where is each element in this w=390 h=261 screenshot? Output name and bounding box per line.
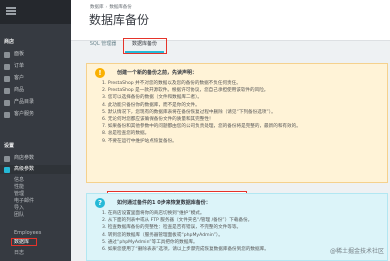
service-icon	[4, 111, 10, 118]
sidebar-item-label: 商品	[14, 87, 25, 93]
sidebar-subitem-team[interactable]: 团队	[14, 212, 24, 219]
page-header: 数据库 › 数据库备份 数据库备份	[71, 0, 390, 41]
sidebar-subitem-info[interactable]: 信息	[14, 177, 24, 184]
catalog-icon	[4, 99, 10, 106]
warning-panel: ! 创建一个新的备份之前，先读声明： 1. PrestaShop 并不对您的数据…	[86, 63, 388, 203]
sidebar-item-products[interactable]: 商品	[4, 86, 24, 95]
info-list: 1. 在商店设置里面将你的商店切换到“维护”模式。 2. 从下面的列表中或从 F…	[102, 210, 269, 253]
sidebar-item-advanced-params[interactable]: 高级参数	[4, 165, 34, 174]
orders-icon	[4, 63, 10, 70]
gear-icon	[4, 155, 10, 162]
sidebar-item-shop-params[interactable]: 商店参数	[4, 154, 34, 163]
list-item: 6. 无论何时您都应该确保备份文件的质量和其完整性！	[102, 116, 214, 122]
page-title: 数据库备份	[89, 13, 150, 27]
sidebar-section-store: 商店	[4, 39, 15, 45]
sidebar-item-orders[interactable]: 订单	[4, 62, 24, 71]
customers-icon	[4, 75, 10, 82]
sidebar-subitem-email[interactable]: 电子邮件	[14, 198, 34, 205]
sidebar-section-settings: 设置	[4, 143, 15, 149]
list-item: 8. 总是检查您的数据。	[102, 131, 150, 137]
sidebar-subitem-logs[interactable]: 日志	[14, 250, 24, 257]
sidebar-item-label: 面板	[14, 51, 25, 57]
list-item: 6. 如果您使用了“删除表表”选项，请以上步骤完成恢复数据库备份到您的数据库。	[102, 246, 269, 252]
list-item: 3. 检查数据库备份的完整性：检查是否有错误，不完整的文件等等。	[102, 225, 242, 231]
products-icon	[4, 87, 10, 94]
warning-icon: !	[95, 68, 105, 78]
sidebar-item-label: 订单	[14, 63, 25, 69]
tab-sql-manager[interactable]: SQL 管理器	[84, 38, 122, 51]
list-item: 3. 您可以选择备份的数据（文件和数据库二者）。	[102, 95, 203, 101]
breadcrumb: 数据库 › 数据库备份	[90, 4, 132, 10]
sidebar-item-label: 产品目录	[14, 99, 35, 105]
watermark: @稀土掘金技术社区	[329, 248, 384, 255]
list-item: 5. 默认情况下，您现有的数据库表将在备份恢复过程中删除（请见“下列备份选项”）…	[102, 109, 276, 115]
info-title: 如何通过备件的1 0步来恢复数据库备份：	[117, 200, 211, 206]
menu-icon[interactable]	[6, 7, 16, 15]
sidebar: 商店 面板 订单 客户 商品 产品目录 客户服务 设置 商店参数 高级参数 信息…	[0, 0, 71, 261]
list-item: 4. 转到您的数据库（服务器管理面板或“phpMyAdmin”）。	[102, 232, 223, 238]
sidebar-item-label: 商店参数	[14, 155, 35, 161]
dashboard-icon	[4, 51, 10, 58]
list-item: 1. 在商店设置里面将你的商店切换到“维护”模式。	[102, 211, 205, 216]
list-item: 5. 通过“phpMyAdmin”等工具把你的数据库。	[102, 239, 198, 245]
settings-icon	[4, 166, 10, 173]
breadcrumb-root[interactable]: 数据库	[90, 5, 104, 10]
breadcrumb-separator: ›	[105, 5, 108, 10]
list-item: 9. 不要在运行中维护站点恢复备份。	[102, 138, 177, 144]
sidebar-item-customers[interactable]: 客户	[4, 74, 24, 83]
warning-list: 1. PrestaShop 并不对您的数据以及您的备份的数据不负任何责任。 2.…	[102, 80, 301, 145]
list-item: 1. PrestaShop 并不对您的数据以及您的备份的数据不负任何责任。	[102, 81, 241, 86]
sidebar-item-label: 客户	[14, 75, 25, 81]
sidebar-item-dashboard[interactable]: 面板	[4, 50, 24, 59]
sidebar-subitem-admin[interactable]: 管理	[14, 191, 24, 198]
sidebar-subitem-performance[interactable]: 性能	[14, 184, 24, 191]
tab-highlight-box	[123, 38, 167, 54]
sidebar-item-service[interactable]: 客户服务	[4, 110, 34, 119]
list-item: 2. 从下面的列表中或从 FTP 服务器（文件夹名“/管理 /备份”）下载备份。	[102, 218, 253, 224]
sidebar-subitem-employees[interactable]: Employees	[14, 230, 41, 237]
warning-title: 创建一个新的备份之前，先读声明：	[117, 70, 198, 76]
sidebar-header	[0, 0, 71, 24]
list-item: 4. 此功能只备份你的数据库，而不是你的文件。	[102, 102, 200, 108]
info-icon: ?	[95, 198, 105, 208]
list-item: 2. PrestaShop 是一款开源软件。根据许可协议，您自己承担使用该软件的…	[102, 88, 269, 94]
sidebar-item-catalog[interactable]: 产品目录	[4, 98, 34, 107]
sidebar-item-label: 高级参数	[14, 166, 35, 172]
breadcrumb-current: 数据库备份	[109, 5, 132, 10]
sidebar-subitem-import[interactable]: 导入	[14, 205, 24, 212]
sidebar-item-label: 客户服务	[14, 111, 35, 117]
database-highlight-box	[11, 238, 37, 246]
list-item: 7. 如果备份和其他参数中的问题都由您的公司负责处理，您的备份将是完整的，最新的…	[102, 124, 301, 130]
